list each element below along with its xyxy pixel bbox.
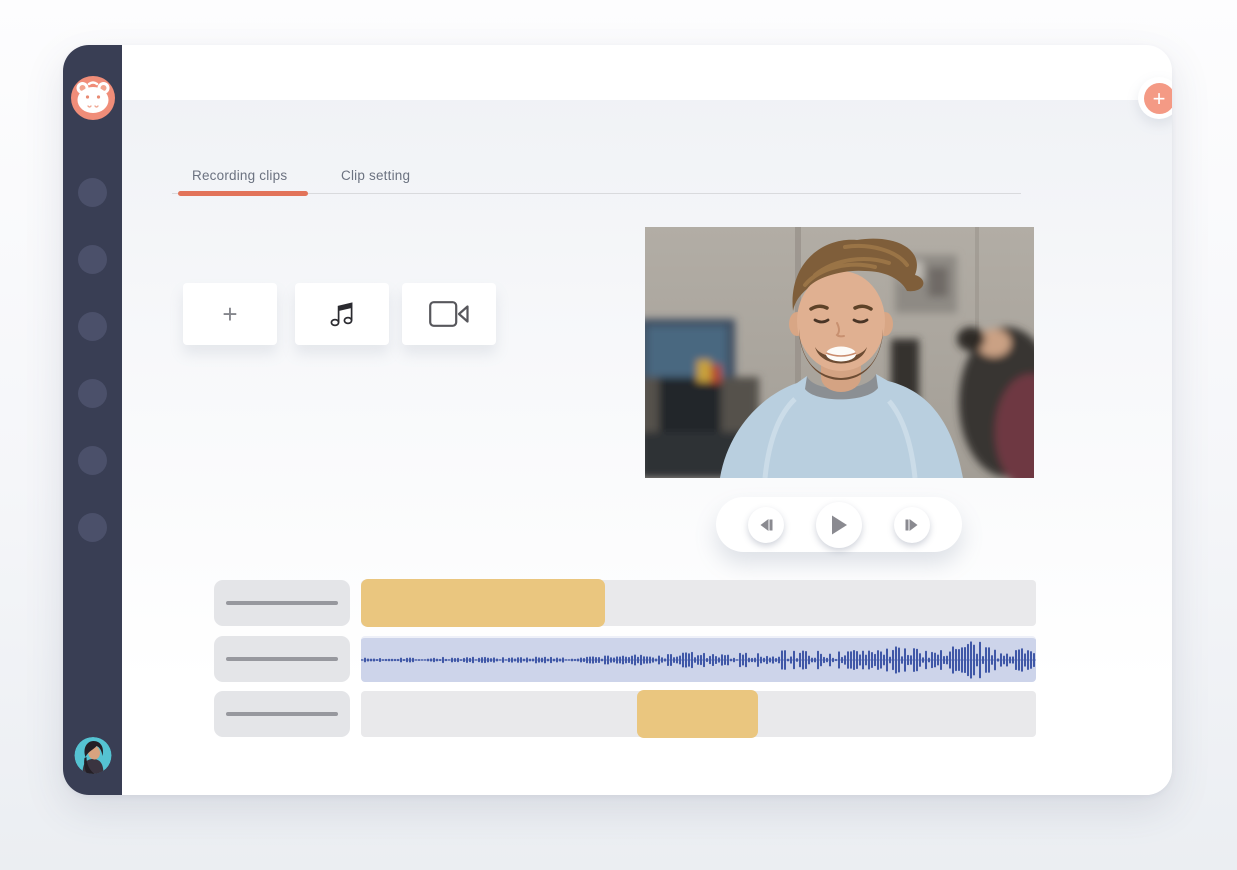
track-label-placeholder xyxy=(226,601,338,605)
track-1-label[interactable] xyxy=(214,580,350,626)
step-backward-icon xyxy=(758,518,774,532)
track-1-lane[interactable] xyxy=(361,580,1036,626)
sidebar-nav-item-5[interactable] xyxy=(78,446,107,475)
monkey-mascot-icon xyxy=(71,76,115,120)
add-recording-button[interactable]: + xyxy=(1144,83,1173,114)
video-preview[interactable] xyxy=(645,227,1034,478)
sidebar xyxy=(63,45,122,795)
sidebar-nav-item-1[interactable] xyxy=(78,178,107,207)
music-note-icon xyxy=(327,299,357,329)
add-recording-fab-wrap: + xyxy=(1138,77,1172,119)
track-3-label[interactable] xyxy=(214,691,350,737)
track-label-placeholder xyxy=(226,657,338,661)
add-audio-button[interactable] xyxy=(295,283,389,345)
tab-recording-clips[interactable]: Recording clips xyxy=(192,168,287,183)
add-clip-button[interactable]: + xyxy=(183,283,277,345)
top-bar xyxy=(122,45,1172,100)
presenter-photo xyxy=(645,227,1034,478)
step-forward-icon xyxy=(904,518,920,532)
step-forward-button[interactable] xyxy=(894,507,930,543)
play-icon xyxy=(830,515,848,535)
plus-icon: + xyxy=(222,299,237,330)
video-camera-icon xyxy=(429,301,469,327)
player-controls xyxy=(716,497,962,552)
track-3-lane[interactable] xyxy=(361,691,1036,737)
track-1-clip[interactable] xyxy=(361,579,605,627)
audio-waveform xyxy=(361,638,1036,682)
tab-clip-setting[interactable]: Clip setting xyxy=(341,168,410,183)
add-video-button[interactable] xyxy=(402,283,496,345)
user-avatar[interactable] xyxy=(74,737,111,774)
track-label-placeholder xyxy=(226,712,338,716)
track-2-label[interactable] xyxy=(214,636,350,682)
sidebar-nav-item-3[interactable] xyxy=(78,312,107,341)
sidebar-nav-item-6[interactable] xyxy=(78,513,107,542)
app-logo[interactable] xyxy=(71,76,115,120)
step-backward-button[interactable] xyxy=(748,507,784,543)
play-button[interactable] xyxy=(816,502,862,548)
track-2-audio-lane[interactable] xyxy=(361,636,1036,682)
main-panel: + Recording clips Clip setting + xyxy=(122,45,1172,795)
app-window: + Recording clips Clip setting + xyxy=(63,45,1172,795)
sidebar-nav-item-2[interactable] xyxy=(78,245,107,274)
active-tab-indicator xyxy=(178,191,308,196)
user-avatar-photo xyxy=(74,737,111,774)
sidebar-nav xyxy=(78,178,107,542)
track-3-clip[interactable] xyxy=(637,690,758,738)
sidebar-nav-item-4[interactable] xyxy=(78,379,107,408)
